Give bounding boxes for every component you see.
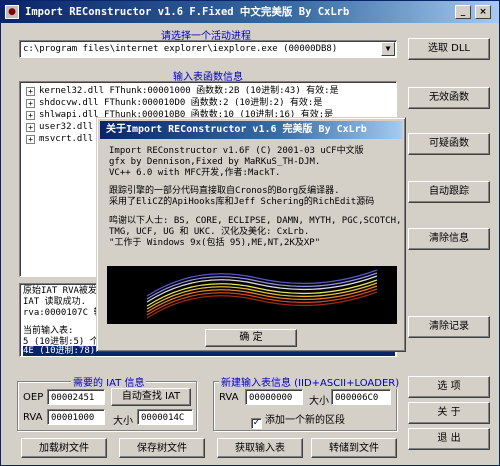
iat-group-label: 需要的 IAT 信息	[71, 374, 147, 389]
checkmark-icon[interactable]: ✓	[251, 418, 262, 429]
save-tree-button[interactable]: 保存树文件	[119, 438, 205, 458]
exit-button[interactable]: 退 出	[408, 428, 490, 450]
newimport-group-label: 新建输入表信息 (IID+ASCII+LOADER)	[219, 374, 402, 389]
invalid-functions-button[interactable]: 无效函数	[408, 87, 490, 109]
about-dialog-title[interactable]: 关于Import REConstructor v1.6 完美版 By CxLrb	[100, 121, 402, 139]
log-line: IAT 读取成功.	[23, 297, 87, 307]
size-label: 大小	[113, 416, 133, 427]
log-line: rva:0000107C 转	[23, 308, 103, 318]
add-section-checkbox[interactable]: ✓ 添加一个新的区段	[251, 411, 345, 429]
about-text-line: 跟踪引擎的一部分代码直接取自Cronos的Borg反编译器.	[109, 186, 340, 196]
expand-icon[interactable]: +	[26, 99, 35, 108]
select-dll-button[interactable]: 选取 DLL	[408, 38, 490, 60]
minimize-button[interactable]: _	[455, 5, 471, 19]
oep-label: OEP	[23, 392, 44, 403]
get-imports-button[interactable]: 获取输入表	[217, 438, 303, 458]
app-icon: ●	[5, 5, 19, 19]
tree-item[interactable]: + shdocvw.dll FThunk:000010D0 函数数:2 (10进制…	[26, 97, 322, 109]
autofind-iat-button[interactable]: 自动查找 IAT	[111, 388, 191, 406]
process-combobox[interactable]: c:\program files\internet explorer\iexpl…	[19, 40, 397, 58]
newimport-rva-label: RVA	[219, 392, 239, 403]
about-text-line: Import REConstructor v1.6F (C) 2001-03 u…	[109, 146, 364, 156]
rva-label: RVA	[23, 412, 43, 423]
about-ok-button[interactable]: 确 定	[205, 329, 297, 347]
suspicious-functions-button[interactable]: 可疑函数	[408, 133, 490, 155]
chevron-down-icon[interactable]: ▼	[381, 42, 395, 56]
expand-icon[interactable]: +	[26, 87, 35, 96]
newimport-size-input[interactable]: 000006C0	[331, 389, 391, 405]
about-text-line: VC++ 6.0 with MFC开发,作者:MackT.	[109, 168, 281, 178]
log-line: 当前输入表:	[23, 326, 74, 336]
size-input[interactable]: 0000014C	[137, 409, 193, 425]
load-tree-button[interactable]: 加载树文件	[21, 438, 107, 458]
expand-icon[interactable]: +	[26, 111, 35, 120]
fix-dump-button[interactable]: 转储到文件	[311, 438, 397, 458]
tree-item[interactable]: + kernel32.dll FThunk:00001000 函数数:2B (10…	[26, 85, 339, 97]
log-line: 原始IAT RVA被发现	[23, 286, 106, 296]
about-text-line: 鸣谢以下人士: BS, CORE, ECLIPSE, DAMN, MYTH, P…	[109, 216, 402, 226]
banner-graphic	[107, 266, 397, 324]
main-window: ● Import REConstructor v1.6 F.Fixed 中文完美…	[0, 0, 500, 466]
clear-log-button[interactable]: 清除记录	[408, 316, 490, 338]
about-text-line: TMG, UCF, UG 和 UKC. 汉化及美化: CxLrb.	[109, 227, 310, 237]
newimport-rva-input[interactable]: 00000000	[245, 389, 303, 405]
title-bar[interactable]: ● Import REConstructor v1.6 F.Fixed 中文完美…	[1, 1, 499, 23]
about-text-line: gfx by Dennison,Fixed by MaRKuS_TH-DJM.	[109, 157, 321, 167]
clear-info-button[interactable]: 清除信息	[408, 228, 490, 250]
about-text-line: 采用了EliCZ的ApiHooks库和Jeff Schering的RichEdi…	[109, 197, 375, 207]
process-selected: c:\program files\internet explorer\iexpl…	[23, 44, 338, 54]
auto-trace-button[interactable]: 自动跟踪	[408, 181, 490, 203]
about-text-line: "工作于 Windows 9x(包括 95),ME,NT,2K及XP"	[109, 238, 321, 248]
about-dialog: 关于Import REConstructor v1.6 完美版 By CxLrb…	[96, 117, 406, 352]
expand-icon[interactable]: +	[26, 135, 35, 144]
oep-input[interactable]: 00002451	[47, 389, 105, 405]
expand-icon[interactable]: +	[26, 123, 35, 132]
options-button[interactable]: 选 项	[408, 376, 490, 398]
close-button[interactable]: ×	[475, 5, 491, 19]
add-section-label: 添加一个新的区段	[265, 415, 345, 426]
window-title: Import REConstructor v1.6 F.Fixed 中文完美版 …	[25, 6, 350, 18]
about-button[interactable]: 关 于	[408, 402, 490, 424]
newimport-size-label: 大小	[309, 396, 329, 407]
rva-input[interactable]: 00001000	[47, 409, 105, 425]
